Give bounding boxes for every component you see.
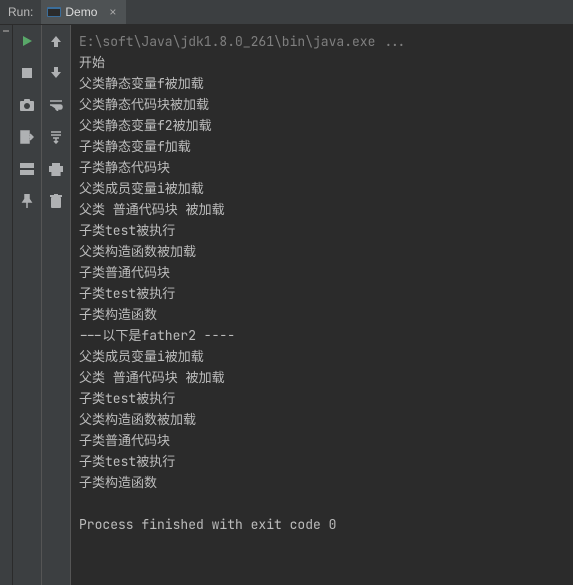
console-line: 父类构造函数被加载 [79, 241, 565, 262]
run-toolbar-left [13, 25, 42, 585]
console-line: Process finished with exit code 0 [79, 514, 565, 535]
console-line: 父类 普通代码块 被加载 [79, 199, 565, 220]
console-line: 父类静态代码块被加载 [79, 94, 565, 115]
stop-icon[interactable] [17, 63, 37, 83]
gutter-dash-icon [3, 29, 9, 33]
console-command-line: E:\soft\Java\jdk1.8.0_261\bin\java.exe .… [79, 31, 565, 52]
camera-icon[interactable] [17, 95, 37, 115]
console-line [79, 493, 565, 514]
tool-window-header: Run: Demo × [0, 0, 573, 25]
console-line: 子类静态代码块 [79, 157, 565, 178]
console-line: 子类test被执行 [79, 283, 565, 304]
trash-icon[interactable] [46, 191, 66, 211]
up-arrow-icon[interactable] [46, 31, 66, 51]
console-lines: 开始父类静态变量f被加载父类静态代码块被加载 父类静态变量f2被加载 子类静态变… [79, 52, 565, 535]
console-line: 父类构造函数被加载 [79, 409, 565, 430]
run-label: Run: [0, 5, 41, 19]
console-line: 子类静态变量f加载 [79, 136, 565, 157]
tab-label: Demo [65, 5, 97, 19]
console-line: 子类test被执行 [79, 388, 565, 409]
run-toolbar-right [42, 25, 71, 585]
print-icon[interactable] [46, 159, 66, 179]
console-line: 父类 普通代码块 被加载 [79, 367, 565, 388]
close-icon[interactable]: × [105, 5, 120, 19]
console-line: 子类构造函数 [79, 304, 565, 325]
layout-icon[interactable] [17, 159, 37, 179]
console-line: 子类构造函数 [79, 472, 565, 493]
pin-icon[interactable] [17, 191, 37, 211]
console-line: 开始 [79, 52, 565, 73]
exit-icon[interactable] [17, 127, 37, 147]
console-line: 子类test被执行 [79, 220, 565, 241]
soft-wrap-icon[interactable] [46, 95, 66, 115]
console-line: ---以下是father2 ---- [79, 325, 565, 346]
console-line: 父类静态变量f2被加载 [79, 115, 565, 136]
console-line: 子类普通代码块 [79, 262, 565, 283]
down-arrow-icon[interactable] [46, 63, 66, 83]
rerun-icon[interactable] [17, 31, 37, 51]
console-line: 父类静态变量f被加载 [79, 73, 565, 94]
console-output[interactable]: E:\soft\Java\jdk1.8.0_261\bin\java.exe .… [71, 25, 573, 585]
class-icon [47, 5, 61, 19]
console-line: 子类普通代码块 [79, 430, 565, 451]
tool-window-stripe [0, 25, 13, 585]
scroll-to-end-icon[interactable] [46, 127, 66, 147]
console-line: 父类成员变量i被加载 [79, 178, 565, 199]
run-tab-demo[interactable]: Demo × [41, 0, 126, 24]
console-line: 子类test被执行 [79, 451, 565, 472]
console-line: 父类成员变量i被加载 [79, 346, 565, 367]
